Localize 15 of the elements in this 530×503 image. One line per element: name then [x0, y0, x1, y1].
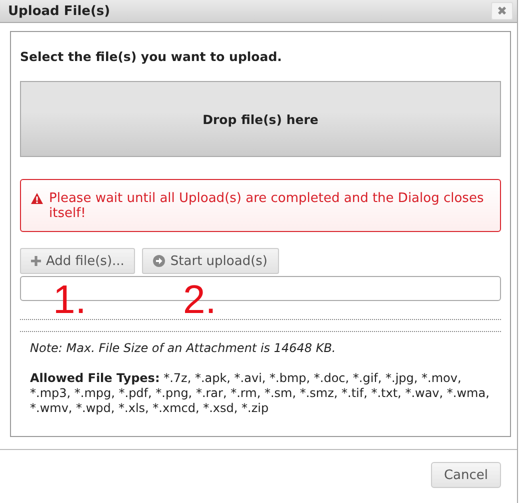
handwritten-number: 2. — [183, 280, 216, 320]
plus-icon — [31, 256, 41, 266]
alert-message: Please wait until all Upload(s) are completed and the Dialog closes itself! — [49, 191, 485, 221]
drop-zone[interactable]: Drop file(s) here — [20, 81, 501, 157]
warning-icon — [31, 193, 43, 204]
window-title: Upload File(s) — [8, 4, 110, 18]
note-text: Note: Max. File Size of an Attachment is 14648 KB. — [30, 341, 337, 355]
handwritten-number: 1. — [53, 280, 86, 320]
arrow-circle-icon — [153, 255, 166, 267]
close-button[interactable]: ✖ — [491, 2, 513, 20]
add-files-button[interactable]: Add file(s)... — [20, 248, 136, 274]
instruction-text: Select the file(s) you want to upload. — [20, 49, 283, 64]
allowed-file-types-text: Allowed File Types: *.7z, *.apk, *.avi, *.bmp, *.doc, *.gif, *.jpg, *.mov, *.mp3, *.mpg, *.pdf, *.png, *.rar, *.rm, *.sm, *.smz, *.tif, *.txt, *.wav, *.wma, *.wmv, *.wpd, *.xls, *.xmcd, *.xsd, *.zip — [30, 371, 490, 416]
start-upload-button[interactable]: Start upload(s) — [142, 248, 279, 274]
cancel-button[interactable]: Cancel — [430, 462, 501, 488]
